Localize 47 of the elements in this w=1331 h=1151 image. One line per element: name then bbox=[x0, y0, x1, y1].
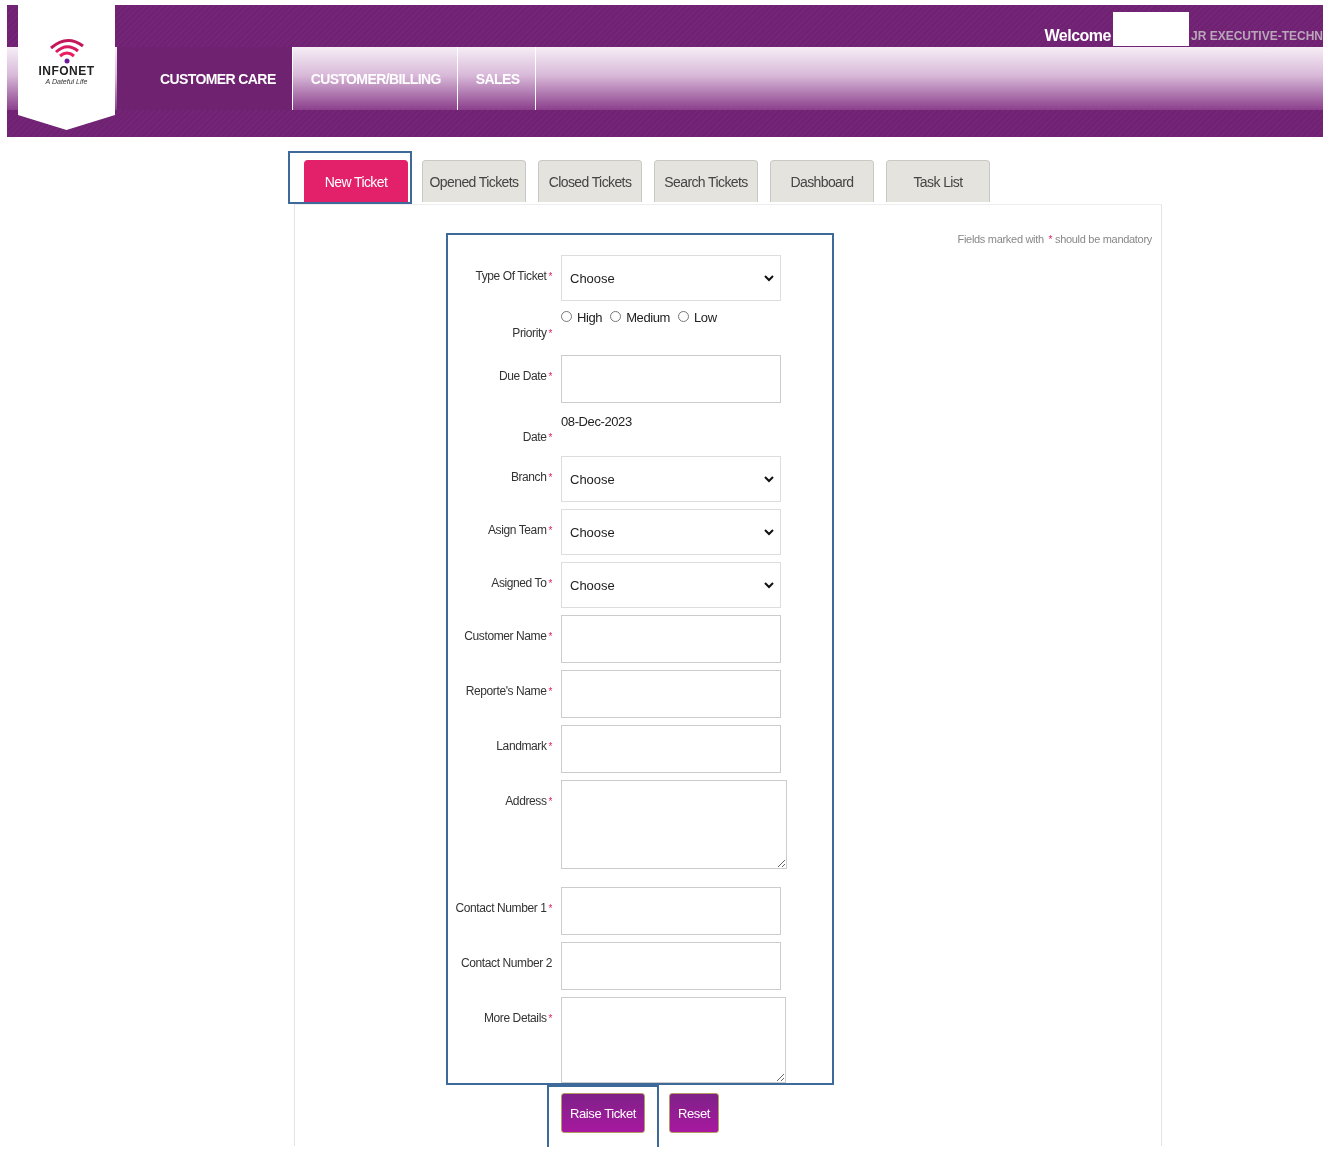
radio-label: Medium bbox=[626, 310, 670, 325]
field-label: Priority * bbox=[511, 325, 552, 342]
chevron-down-icon bbox=[764, 274, 774, 282]
field-label: Reporte's Name * bbox=[464, 683, 552, 701]
field-label: Landmark * bbox=[495, 738, 552, 756]
form-button[interactable]: Reset bbox=[669, 1093, 719, 1133]
field-label: Customer Name * bbox=[463, 628, 552, 646]
radio-label: Low bbox=[694, 310, 717, 325]
field-label: Contact Number 1 * bbox=[454, 899, 552, 917]
field-label: Due Date * bbox=[498, 367, 552, 385]
logo-name: INFONET bbox=[38, 64, 95, 78]
chevron-down-icon bbox=[764, 581, 774, 590]
chevron-down-icon bbox=[764, 528, 774, 537]
text-area[interactable] bbox=[561, 996, 786, 1083]
mandatory-note: Fields marked with * should be mandatory bbox=[957, 233, 1152, 245]
menu-item[interactable]: CUSTOMER CARE bbox=[117, 47, 293, 110]
field-label: Asigned To * bbox=[490, 575, 552, 593]
tab[interactable]: Search Tickets bbox=[654, 160, 758, 202]
form-button[interactable]: Raise Ticket bbox=[561, 1093, 645, 1133]
choose-dropdown[interactable]: Choose bbox=[561, 509, 781, 556]
tab[interactable]: Closed Tickets bbox=[538, 160, 642, 202]
input-field[interactable] bbox=[561, 941, 781, 990]
input-field[interactable] bbox=[561, 670, 781, 719]
choose-dropdown[interactable]: Choose bbox=[561, 255, 781, 301]
choose-dropdown[interactable]: Choose bbox=[561, 456, 781, 503]
radio-label: High bbox=[577, 310, 603, 325]
tab[interactable]: New Ticket bbox=[304, 160, 408, 202]
chevron-down-icon bbox=[764, 475, 774, 484]
field-label: Contact Number 2 bbox=[460, 954, 552, 972]
input-field[interactable] bbox=[561, 725, 781, 774]
field-label: Branch * bbox=[509, 469, 552, 487]
user-role: JR EXECUTIVE-TECHN bbox=[1190, 29, 1323, 43]
input-field[interactable] bbox=[561, 615, 781, 664]
field-label: More Details * bbox=[482, 1009, 552, 1027]
input-field[interactable] bbox=[561, 354, 781, 403]
field-label: Type Of Ticket * bbox=[474, 268, 552, 285]
tab[interactable]: Opened Tickets bbox=[422, 160, 526, 202]
field-label: Asign Team * bbox=[487, 522, 552, 540]
welcome-text: Welcome bbox=[1044, 27, 1111, 45]
field-label: Address * bbox=[504, 793, 552, 811]
date-value: 08-Dec-2023 bbox=[561, 412, 632, 431]
choose-dropdown[interactable]: Choose bbox=[561, 562, 781, 609]
tab[interactable]: Dashboard bbox=[770, 160, 874, 202]
text-area[interactable] bbox=[561, 780, 787, 870]
input-field[interactable] bbox=[561, 886, 781, 935]
field-label: Date * bbox=[521, 428, 552, 446]
tab[interactable]: Task List bbox=[886, 160, 990, 202]
